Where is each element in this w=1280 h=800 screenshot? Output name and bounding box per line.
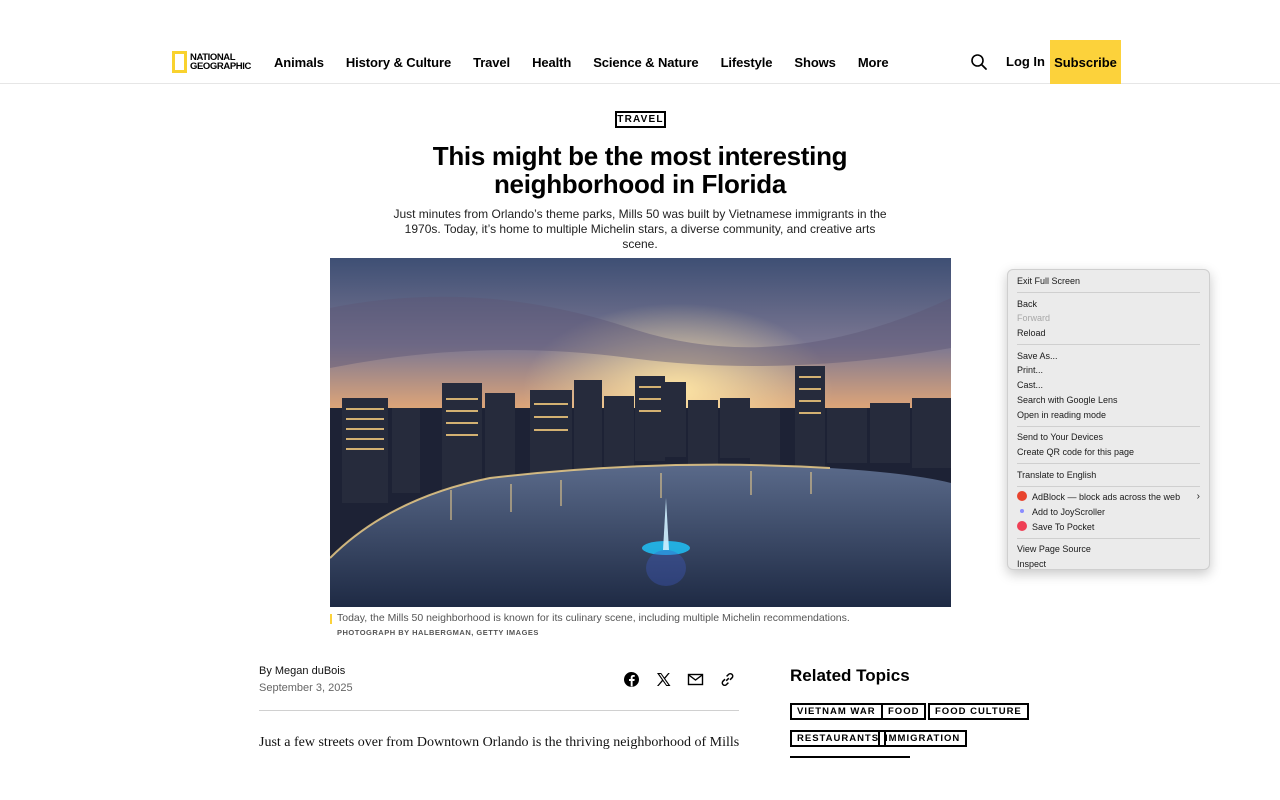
menu-separator	[1017, 537, 1200, 539]
menu-item-label: Send to Your Devices	[1017, 432, 1104, 443]
headline-line-1: This might be the most interesting	[432, 141, 848, 171]
menu-item-label: Search with Google Lens	[1017, 394, 1118, 405]
subscribe-button[interactable]: Subscribe	[1050, 40, 1121, 84]
image-caption: Today, the Mills 50 neighborhood is know…	[337, 612, 850, 624]
menu-item-forward: Forward	[1008, 311, 1209, 326]
menu-item-label: Cast...	[1017, 380, 1044, 391]
pocket-icon	[1017, 520, 1027, 531]
menu-separator	[1017, 344, 1200, 346]
site-header: NATIONAL GEOGRAPHIC Animals History & Cu…	[0, 40, 1280, 84]
image-credit: PHOTOGRAPH BY HALBERGMAN, GETTY IMAGES	[337, 628, 539, 637]
tag-food-culture[interactable]: FOOD CULTURE	[928, 703, 1029, 720]
menu-item-label: Print...	[1017, 365, 1044, 376]
nav-travel[interactable]: Travel	[473, 55, 510, 70]
menu-item-translate-to-english[interactable]: Translate to English	[1008, 468, 1209, 483]
adblock-icon	[1017, 491, 1027, 502]
login-link[interactable]: Log In	[1006, 54, 1045, 69]
menu-item-back[interactable]: Back	[1008, 297, 1209, 312]
article-dek: Just minutes from Orlando’s theme parks,…	[390, 207, 890, 252]
menu-item-label: Save To Pocket	[1032, 521, 1095, 532]
nav-science-nature[interactable]: Science & Nature	[593, 55, 698, 70]
caption-accent	[330, 614, 332, 624]
menu-item-label: Reload	[1017, 328, 1046, 339]
article-headline: This might be the most interesting neigh…	[340, 142, 940, 198]
tag-restaurants[interactable]: RESTAURANTS	[790, 730, 887, 747]
headline-line-2: neighborhood in Florida	[493, 169, 787, 199]
menu-item-adblock-block-ads-across-the-web[interactable]: AdBlock — block ads across the web ›	[1008, 490, 1209, 505]
menu-item-create-qr-code-for-this-page[interactable]: Create QR code for this page	[1008, 445, 1209, 460]
menu-item-cast[interactable]: Cast...	[1008, 378, 1209, 393]
menu-separator	[1017, 485, 1200, 487]
menu-item-label: Back	[1017, 298, 1038, 309]
hero-image	[330, 258, 951, 607]
related-underline	[790, 756, 910, 758]
natgeo-logo[interactable]: NATIONAL GEOGRAPHIC	[172, 50, 251, 73]
menu-item-label: Save As...	[1017, 350, 1058, 361]
menu-item-label: Forward	[1017, 313, 1051, 324]
menu-item-view-page-source[interactable]: View Page Source	[1008, 542, 1209, 557]
byline-divider	[259, 710, 739, 711]
nav-health[interactable]: Health	[532, 55, 571, 70]
nav-history-culture[interactable]: History & Culture	[346, 55, 451, 70]
nav-more[interactable]: More	[858, 55, 889, 70]
section-kicker[interactable]: TRAVEL	[615, 111, 666, 128]
search-icon[interactable]	[970, 53, 988, 71]
menu-item-label: Inspect	[1017, 559, 1047, 569]
chevron-right-icon: ›	[1196, 491, 1200, 503]
menu-item-label: Open in reading mode	[1017, 409, 1107, 420]
related-topics-title: Related Topics	[790, 666, 910, 685]
menu-item-open-in-reading-mode[interactable]: Open in reading mode	[1008, 408, 1209, 423]
nav-animals[interactable]: Animals	[274, 55, 324, 70]
dek-line-2: 1970s. Today, it’s home to multiple Mich…	[404, 222, 876, 251]
article-body-start: Just a few streets over from Downtown Or…	[259, 735, 740, 750]
yellow-border-icon	[172, 50, 187, 73]
menu-item-search-with-google-lens[interactable]: Search with Google Lens	[1008, 393, 1209, 408]
menu-item-reload[interactable]: Reload	[1008, 326, 1209, 341]
menu-item-save-to-pocket[interactable]: Save To Pocket	[1008, 520, 1209, 535]
menu-item-label: Add to JoyScroller	[1032, 506, 1106, 517]
main-nav: Animals History & Culture Travel Health …	[274, 40, 910, 84]
tag-food[interactable]: FOOD	[881, 703, 927, 720]
dek-line-1: Just minutes from Orlando’s theme parks,…	[393, 207, 887, 221]
menu-item-send-to-your-devices[interactable]: Send to Your Devices	[1008, 430, 1209, 445]
tag-vietnam-war[interactable]: VIETNAM WAR	[790, 703, 883, 720]
menu-separator	[1017, 463, 1200, 465]
nav-shows[interactable]: Shows	[794, 55, 836, 70]
menu-item-label: Translate to English	[1017, 469, 1097, 480]
joyscroller-icon	[1020, 508, 1024, 513]
menu-item-label: View Page Source	[1017, 544, 1091, 555]
menu-separator	[1017, 292, 1200, 294]
nav-lifestyle[interactable]: Lifestyle	[721, 55, 773, 70]
menu-item-save-as[interactable]: Save As...	[1008, 349, 1209, 364]
browser-context-menu: Exit Full Screen Back Forward Reload Save As…	[1007, 269, 1210, 570]
menu-item-add-to-joyscroller[interactable]: Add to JoyScroller	[1008, 505, 1209, 520]
link-icon[interactable]	[719, 671, 736, 688]
menu-separator	[1017, 425, 1200, 427]
menu-item-label: Create QR code for this page	[1017, 446, 1135, 457]
menu-item-label: Exit Full Screen	[1017, 276, 1081, 286]
menu-item-label: AdBlock — block ads across the web	[1032, 492, 1181, 503]
logo-line-2: GEOGRAPHIC	[190, 60, 251, 72]
byline[interactable]: By Megan duBois	[259, 665, 345, 677]
publish-date: September 3, 2025	[259, 682, 353, 694]
x-icon[interactable]	[655, 671, 672, 688]
mail-icon[interactable]	[687, 671, 704, 688]
tag-immigration[interactable]: IMMIGRATION	[878, 730, 968, 747]
menu-item-exit-full-screen[interactable]: Exit Full Screen	[1008, 274, 1209, 289]
menu-item-inspect[interactable]: Inspect	[1008, 557, 1209, 572]
facebook-icon[interactable]	[623, 671, 640, 688]
menu-item-print[interactable]: Print...	[1008, 363, 1209, 378]
